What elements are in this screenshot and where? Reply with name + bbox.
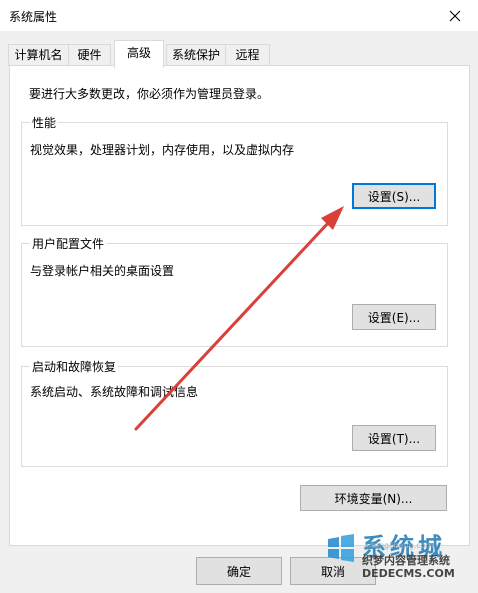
user-profiles-description: 与登录帐户相关的桌面设置	[30, 264, 175, 278]
tab-system-protection[interactable]: 系统保护	[166, 44, 226, 66]
tab-hardware[interactable]: 硬件	[68, 44, 111, 66]
watermark: 系统城 织梦内容管理系统 DEDECMS.COM xitongcheng.com	[322, 519, 472, 589]
ok-button[interactable]: 确定	[196, 557, 282, 585]
tab-bar: 计算机名 硬件 高级 系统保护 远程	[0, 40, 478, 68]
title-bar: 系统属性	[0, 0, 478, 31]
watermark-url: DEDECMS.COM	[362, 567, 455, 580]
tab-label: 硬件	[77, 48, 102, 62]
performance-legend: 性能	[30, 114, 59, 131]
startup-recovery-legend: 启动和故障恢复	[30, 358, 119, 375]
environment-variables-button[interactable]: 环境变量(N)...	[300, 485, 447, 511]
close-button[interactable]	[432, 0, 478, 31]
tab-label: 系统保护	[171, 48, 220, 62]
performance-group: 性能 视觉效果，处理器计划，内存使用，以及虚拟内存 设置(S)...	[21, 114, 448, 226]
tab-advanced[interactable]: 高级	[114, 40, 164, 68]
watermark-tagline: 织梦内容管理系统	[362, 554, 450, 567]
windows-logo-icon	[328, 534, 354, 562]
startup-recovery-group: 启动和故障恢复 系统启动、系统故障和调试信息 设置(T)...	[21, 358, 448, 467]
advanced-tab-panel: 要进行大多数更改，你必须作为管理员登录。 性能 视觉效果，处理器计划，内存使用，…	[9, 65, 470, 546]
startup-recovery-description: 系统启动、系统故障和调试信息	[30, 385, 199, 399]
user-profiles-legend: 用户配置文件	[30, 235, 107, 252]
system-properties-window: 系统属性 计算机名 硬件 高级 系统保护 远程 要进行大多数更改，你必须作为管理…	[0, 0, 478, 593]
performance-description: 视觉效果，处理器计划，内存使用，以及虚拟内存	[30, 143, 295, 157]
close-icon	[449, 10, 461, 21]
window-title: 系统属性	[9, 10, 58, 24]
tab-remote[interactable]: 远程	[225, 44, 270, 66]
user-profiles-settings-button[interactable]: 设置(E)...	[352, 304, 436, 330]
watermark-faint-url: xitongcheng.com	[364, 541, 434, 550]
tab-label: 计算机名	[14, 48, 63, 62]
startup-recovery-settings-button[interactable]: 设置(T)...	[352, 425, 436, 451]
tab-computer-name[interactable]: 计算机名	[8, 44, 69, 66]
admin-note: 要进行大多数更改，你必须作为管理员登录。	[29, 87, 270, 101]
tab-label: 高级	[126, 46, 151, 60]
performance-settings-button[interactable]: 设置(S)...	[352, 183, 436, 209]
user-profiles-group: 用户配置文件 与登录帐户相关的桌面设置 设置(E)...	[21, 235, 448, 347]
tab-label: 远程	[235, 48, 260, 62]
